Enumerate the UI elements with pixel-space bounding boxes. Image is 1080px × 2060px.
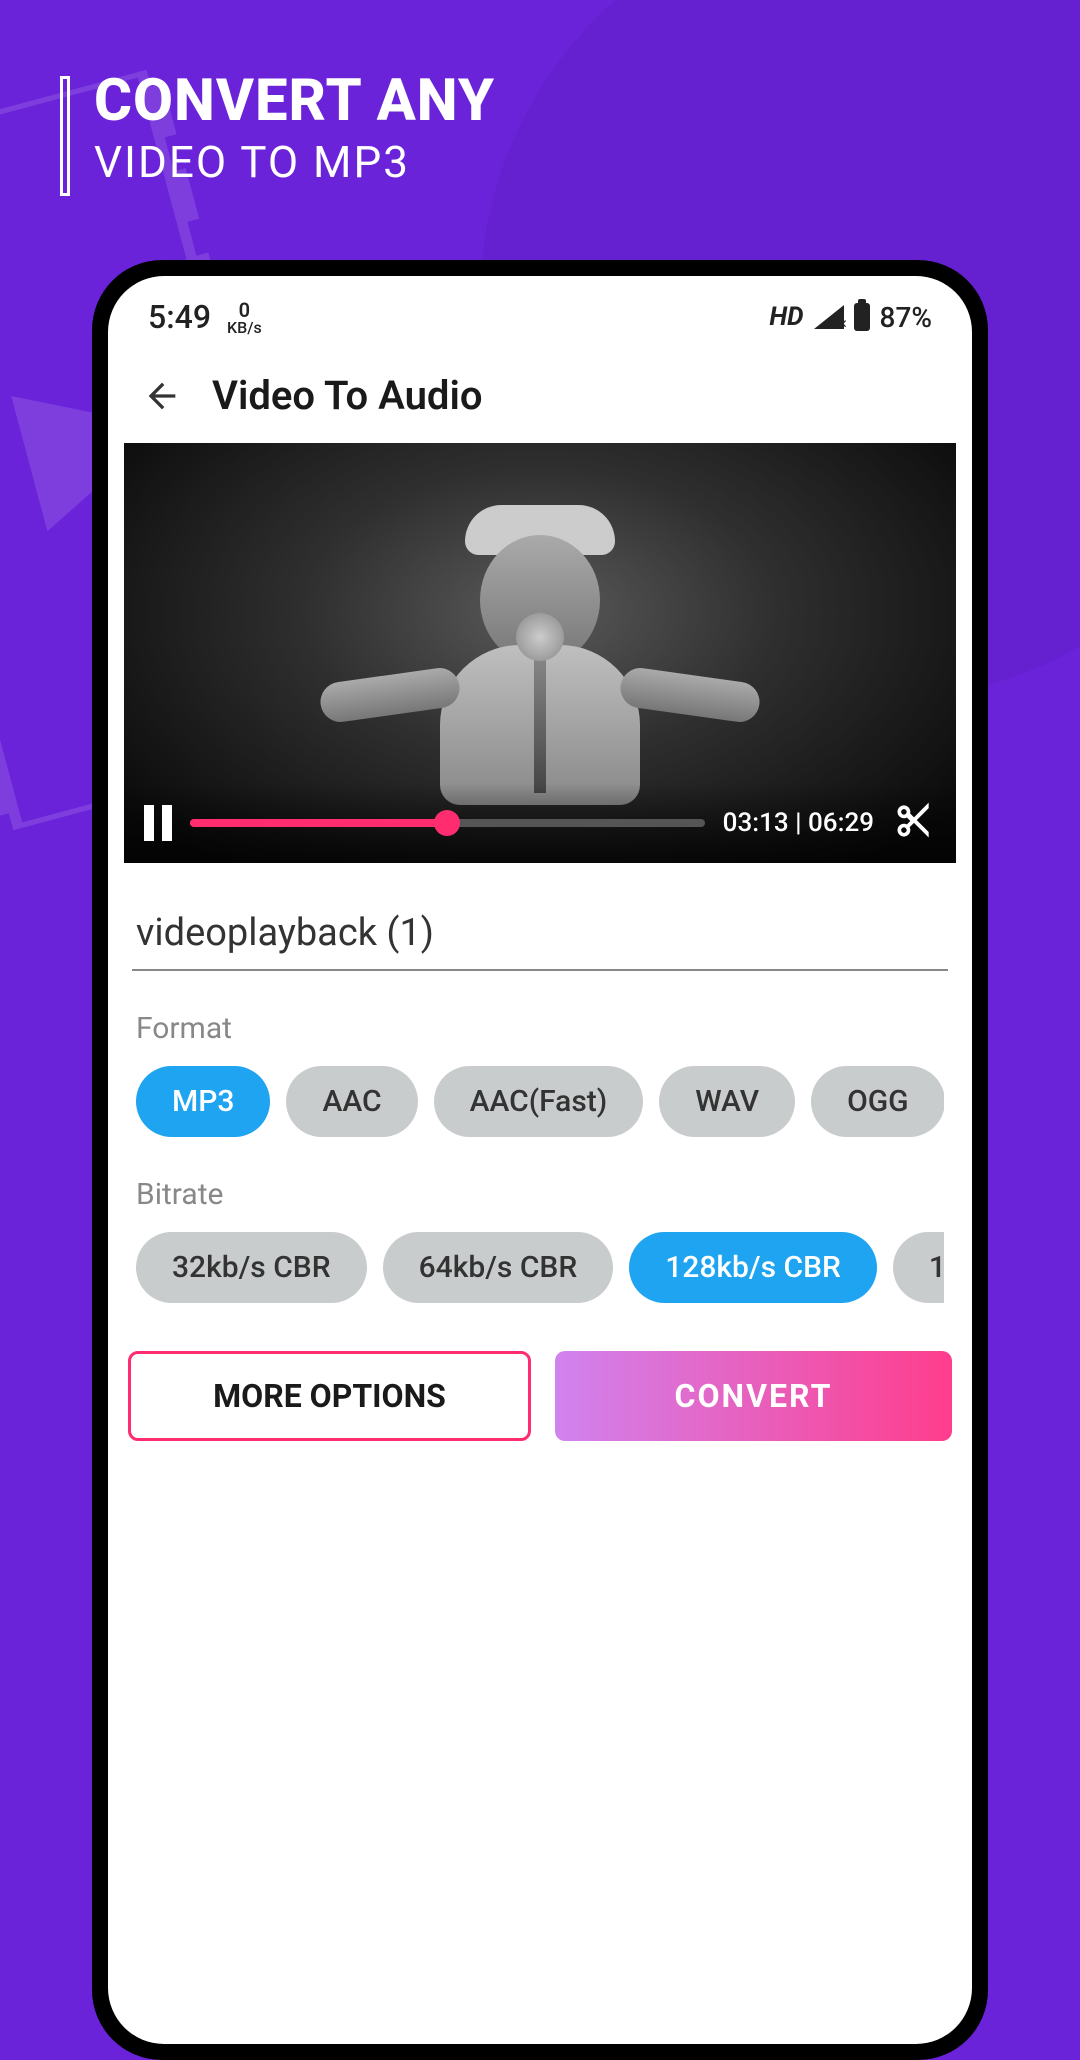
format-option[interactable]: WAV [659, 1066, 795, 1137]
battery-icon [854, 303, 870, 331]
promo-line2: VIDEO TO MP3 [94, 138, 495, 186]
microphone-illustration [534, 653, 546, 793]
signal-icon [814, 305, 844, 329]
phone-screen: 5:49 0 KB/s HD 87% Video To Audio [108, 276, 972, 2044]
format-section: Format MP3AACAAC(Fast)WAVOGGFLAC [136, 1011, 944, 1137]
format-option[interactable]: OGG [811, 1066, 944, 1137]
bitrate-option[interactable]: 64kb/s CBR [383, 1232, 614, 1303]
filename-input[interactable]: videoplayback (1) [132, 903, 948, 971]
format-label: Format [136, 1011, 944, 1046]
video-player[interactable]: 03:13 | 06:29 [124, 443, 956, 863]
phone-frame: 5:49 0 KB/s HD 87% Video To Audio [92, 260, 988, 2060]
status-network-speed: 0 KB/s [227, 300, 262, 336]
bitrate-label: Bitrate [136, 1177, 944, 1212]
video-controls: 03:13 | 06:29 [124, 783, 956, 863]
arrow-left-icon [142, 376, 182, 416]
convert-button[interactable]: CONVERT [555, 1351, 952, 1441]
status-hd-icon: HD [769, 302, 803, 332]
scissors-icon [892, 799, 936, 843]
format-option[interactable]: AAC [286, 1066, 417, 1137]
promo-accent-bar [60, 76, 70, 196]
promo-line1: CONVERT ANY [94, 70, 495, 134]
page-title: Video To Audio [212, 372, 482, 419]
format-options: MP3AACAAC(Fast)WAVOGGFLAC [136, 1066, 944, 1137]
bitrate-option[interactable]: 32kb/s CBR [136, 1232, 367, 1303]
promo-banner: CONVERT ANY VIDEO TO MP3 [60, 70, 495, 196]
status-bar: 5:49 0 KB/s HD 87% [108, 276, 972, 344]
format-option[interactable]: AAC(Fast) [434, 1066, 644, 1137]
more-options-button[interactable]: MORE OPTIONS [128, 1351, 531, 1441]
action-row: MORE OPTIONS CONVERT [128, 1351, 952, 1441]
app-bar: Video To Audio [108, 344, 972, 443]
seek-fill [190, 819, 447, 827]
battery-percent: 87% [880, 301, 932, 334]
seek-bar[interactable] [190, 819, 705, 827]
pause-button[interactable] [144, 805, 172, 841]
bitrate-section: Bitrate 32kb/s CBR64kb/s CBR128kb/s CBR1… [136, 1177, 944, 1303]
video-time: 03:13 | 06:29 [723, 808, 874, 838]
format-option[interactable]: MP3 [136, 1066, 270, 1137]
seek-thumb[interactable] [434, 810, 460, 836]
trim-button[interactable] [892, 799, 936, 847]
status-time: 5:49 [148, 298, 211, 336]
bitrate-option[interactable]: 192kb/s CBR [893, 1232, 944, 1303]
bitrate-options: 32kb/s CBR64kb/s CBR128kb/s CBR 192kb/s C… [136, 1232, 944, 1303]
bitrate-option[interactable]: 128kb/s CBR [629, 1232, 877, 1303]
back-button[interactable] [140, 374, 184, 418]
